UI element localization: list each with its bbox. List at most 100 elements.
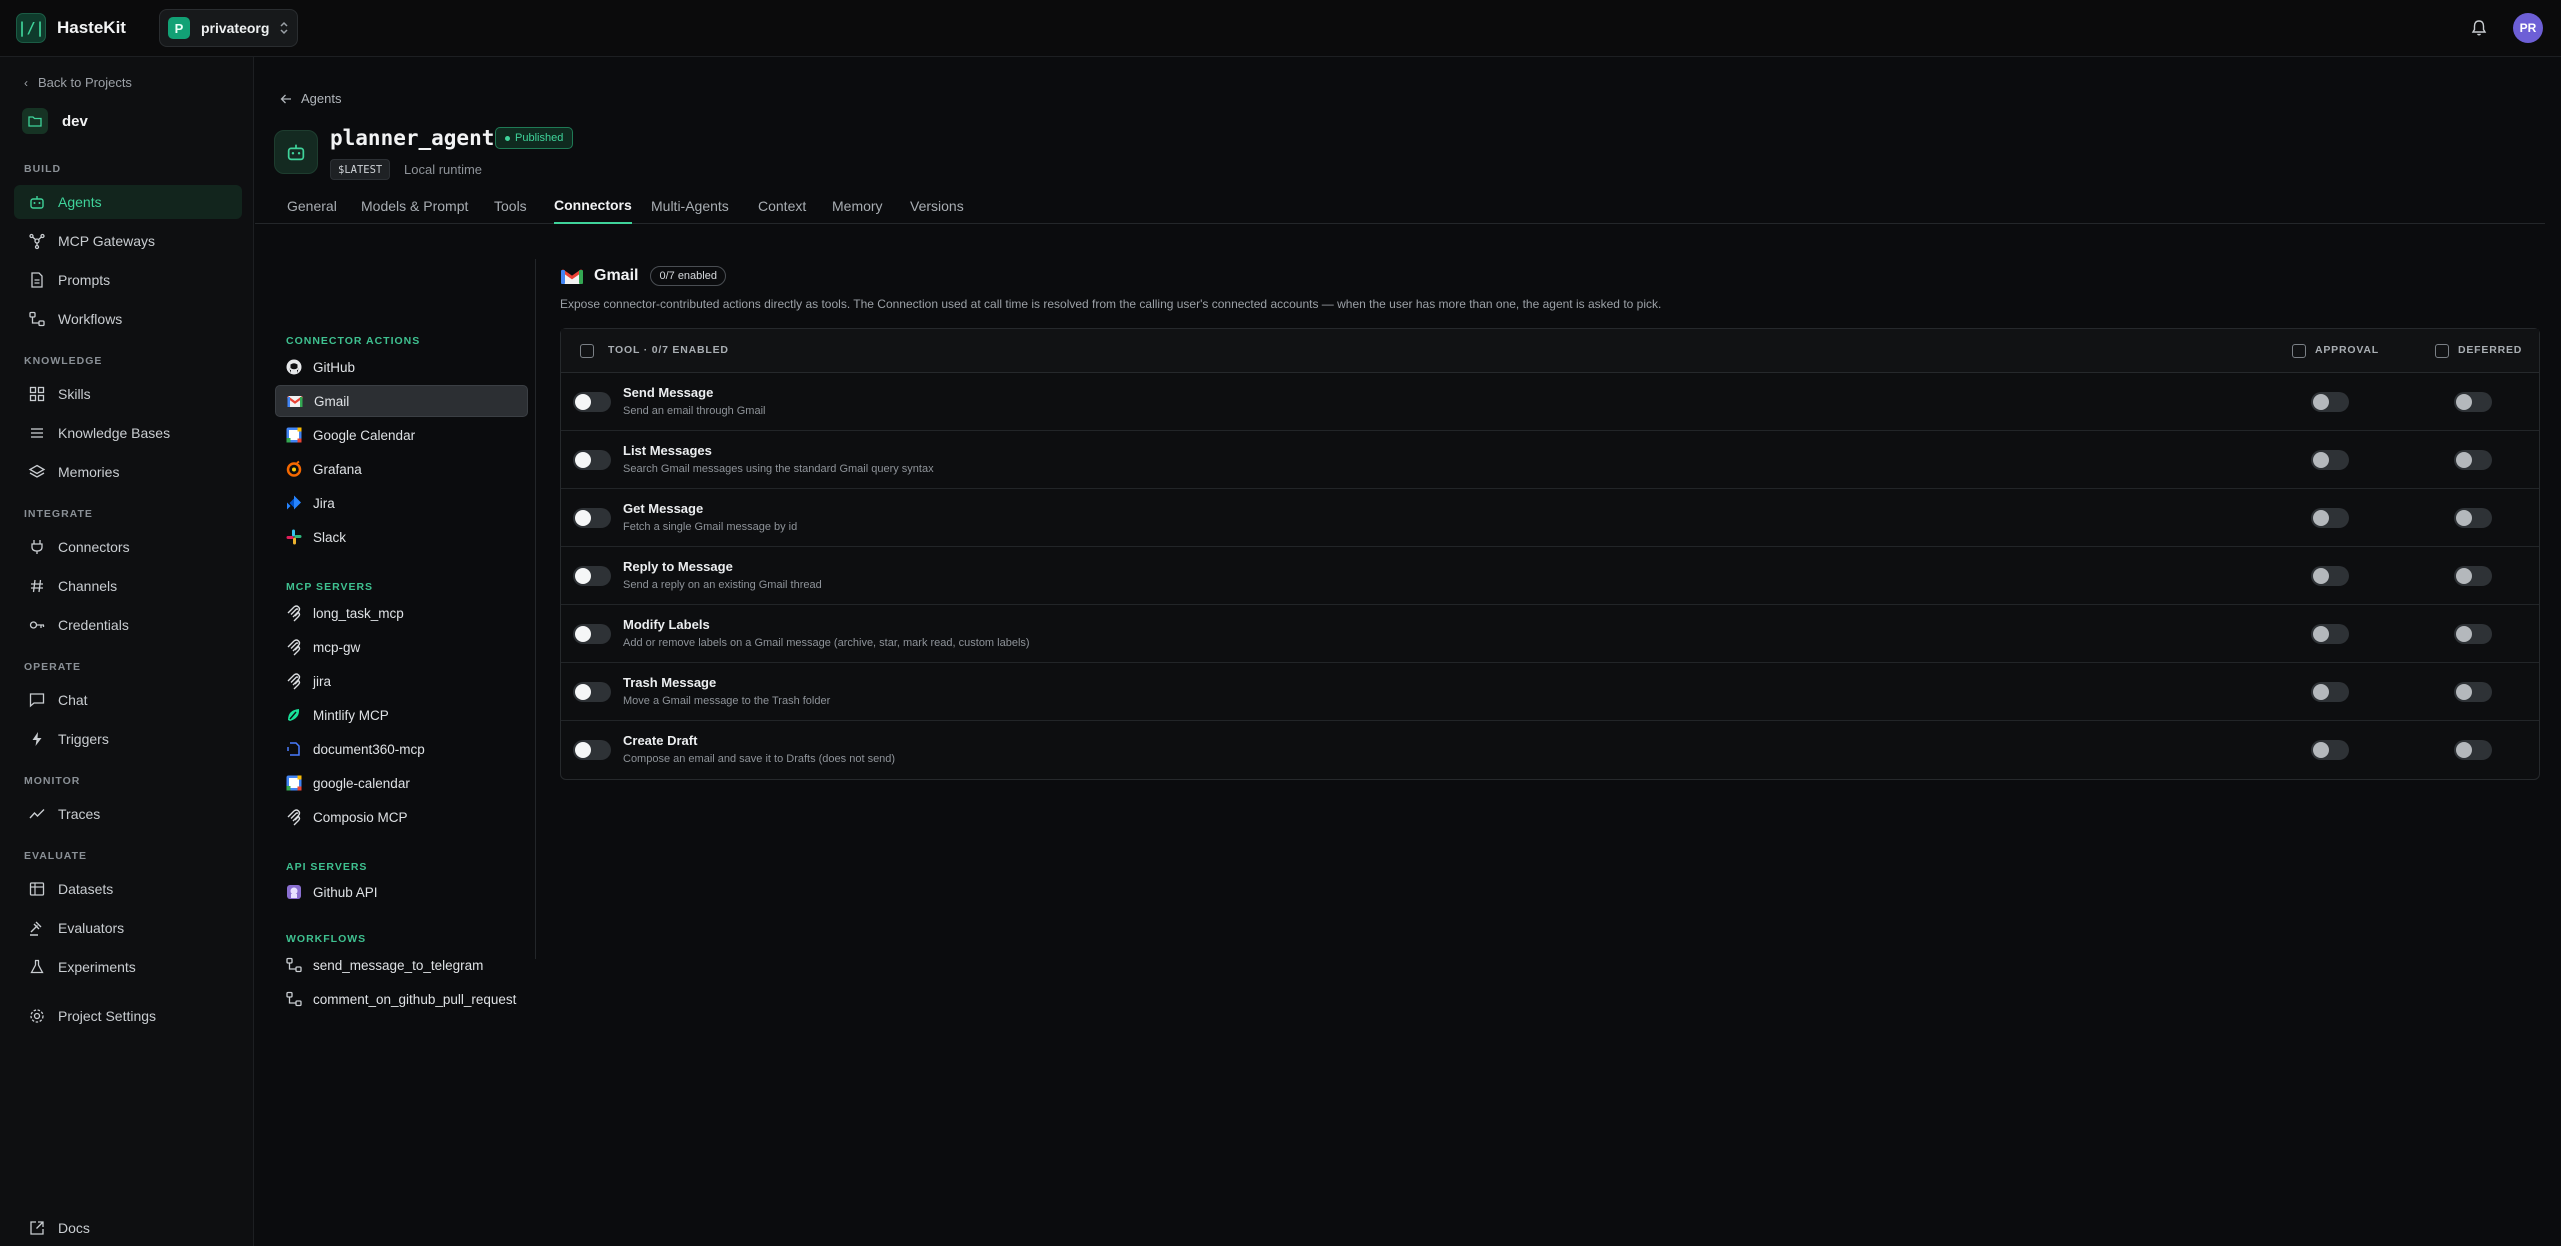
nav-item-channels[interactable]: Channels [14,569,242,603]
mcp-icon [287,673,301,690]
deferred-toggle[interactable] [2454,508,2492,528]
enable-toggle[interactable] [573,682,611,702]
tab-multi-agents[interactable]: Multi-Agents [651,187,729,224]
enable-toggle[interactable] [573,508,611,528]
table-row: List Messages Search Gmail messages usin… [561,431,2539,489]
deferred-toggle[interactable] [2454,392,2492,412]
nav-item-skills[interactable]: Skills [14,377,242,411]
select-all-checkbox[interactable] [580,344,594,358]
enable-toggle[interactable] [573,740,611,760]
tab-tools[interactable]: Tools [494,187,527,224]
tool-description: Send an email through Gmail [623,405,766,417]
breadcrumb-agents[interactable]: Agents [279,91,341,106]
nav-item-workflows[interactable]: Workflows [14,302,242,336]
nav-item-evaluators[interactable]: Evaluators [14,911,242,945]
section-mcp-servers: MCP SERVERS [286,581,374,593]
nav-section-operate: OPERATE [24,661,81,673]
nav-label: Credentials [58,617,129,633]
nav-item-triggers[interactable]: Triggers [14,722,242,756]
connector-item-comment-on-github-pull-request[interactable]: comment_on_github_pull_request [275,983,528,1015]
approval-toggle[interactable] [2311,450,2349,470]
connector-item-jira-mcp[interactable]: jira [275,665,528,697]
approval-toggle[interactable] [2311,508,2349,528]
main-content: Agents planner_agent Published $LATEST L… [255,57,2561,1246]
tab-general[interactable]: General [287,187,337,224]
enable-toggle[interactable] [573,566,611,586]
connector-item-jira[interactable]: Jira [275,487,528,519]
enabled-count-badge: 0/7 enabled [650,266,726,286]
nav-item-knowledge-bases[interactable]: Knowledge Bases [14,416,242,450]
section-workflows: WORKFLOWS [286,933,367,945]
approval-toggle[interactable] [2311,624,2349,644]
enable-toggle[interactable] [573,624,611,644]
brand[interactable]: |/| HasteKit [16,13,126,43]
nav-item-datasets[interactable]: Datasets [14,872,242,906]
status-dot-icon [505,135,510,141]
org-switcher[interactable]: P privateorg [158,9,298,47]
connector-item-mintlify-mcp[interactable]: Mintlify MCP [275,699,528,731]
nav-item-agents[interactable]: Agents [14,185,242,219]
nav-item-chat[interactable]: Chat [14,683,242,717]
plug-icon [31,540,43,554]
connector-item-send-message-to-telegram[interactable]: send_message_to_telegram [275,949,528,981]
nav-item-prompts[interactable]: Prompts [14,263,242,297]
nav-label: Chat [58,692,88,708]
tool-description: Search Gmail messages using the standard… [623,463,934,475]
project-name: dev [62,112,88,130]
deferred-toggle[interactable] [2454,450,2492,470]
connector-label: google-calendar [313,775,410,791]
deferred-all-checkbox[interactable] [2435,344,2449,358]
approval-toggle[interactable] [2311,740,2349,760]
enable-toggle[interactable] [573,450,611,470]
connector-item-gmail[interactable]: Gmail [275,385,528,417]
nav-item-connectors[interactable]: Connectors [14,530,242,564]
grid-icon [29,386,45,402]
approval-toggle[interactable] [2311,392,2349,412]
deferred-toggle[interactable] [2454,740,2492,760]
connector-item-long-task-mcp[interactable]: long_task_mcp [275,597,528,629]
connector-label: jira [313,673,332,689]
bell-icon[interactable] [2469,18,2489,38]
connector-label: Google Calendar [313,427,416,443]
connector-item-github[interactable]: GitHub [275,351,528,383]
nav-item-mcp-gateways[interactable]: MCP Gateways [14,224,242,258]
nav-label: MCP Gateways [58,233,155,249]
connector-item-google-calendar[interactable]: Google Calendar [275,419,528,451]
nav-item-traces[interactable]: Traces [14,797,242,831]
tab-memory[interactable]: Memory [832,187,883,224]
tab-connectors[interactable]: Connectors [554,187,632,224]
deferred-toggle[interactable] [2454,624,2492,644]
connector-item-slack[interactable]: Slack [275,521,528,553]
connector-item-google-calendar-mcp[interactable]: google-calendar [275,767,528,799]
nav-item-credentials[interactable]: Credentials [14,608,242,642]
connector-label: send_message_to_telegram [313,957,484,973]
status-badge: Published [495,127,574,149]
connector-item-grafana[interactable]: Grafana [275,453,528,485]
file-text-icon [31,272,43,288]
table-icon [29,882,45,896]
back-to-projects-link[interactable]: ‹ Back to Projects [24,75,132,90]
nav-item-docs[interactable]: Docs [14,1211,242,1245]
connector-item-github-api[interactable]: Github API [275,876,528,908]
tab-models-prompt[interactable]: Models & Prompt [361,187,468,224]
tab-versions[interactable]: Versions [910,187,964,224]
nav-item-memories[interactable]: Memories [14,455,242,489]
nav-item-experiments[interactable]: Experiments [14,950,242,984]
approval-all-checkbox[interactable] [2292,344,2306,358]
panel-divider [535,259,536,959]
enable-toggle[interactable] [573,392,611,412]
connector-item-mcp-gw[interactable]: mcp-gw [275,631,528,663]
tab-context[interactable]: Context [758,187,806,224]
approval-toggle[interactable] [2311,566,2349,586]
document360-icon [287,742,300,756]
tool-column-header: TOOL · 0/7 ENABLED [608,344,729,356]
deferred-toggle[interactable] [2454,682,2492,702]
nav-section-build: BUILD [24,163,62,175]
connector-item-composio-mcp[interactable]: Composio MCP [275,801,528,833]
user-avatar[interactable]: PR [2513,13,2543,43]
nav-item-project-settings[interactable]: Project Settings [14,999,242,1033]
deferred-toggle[interactable] [2454,566,2492,586]
tool-name: Send Message [623,385,714,400]
connector-item-document360-mcp[interactable]: document360-mcp [275,733,528,765]
approval-toggle[interactable] [2311,682,2349,702]
